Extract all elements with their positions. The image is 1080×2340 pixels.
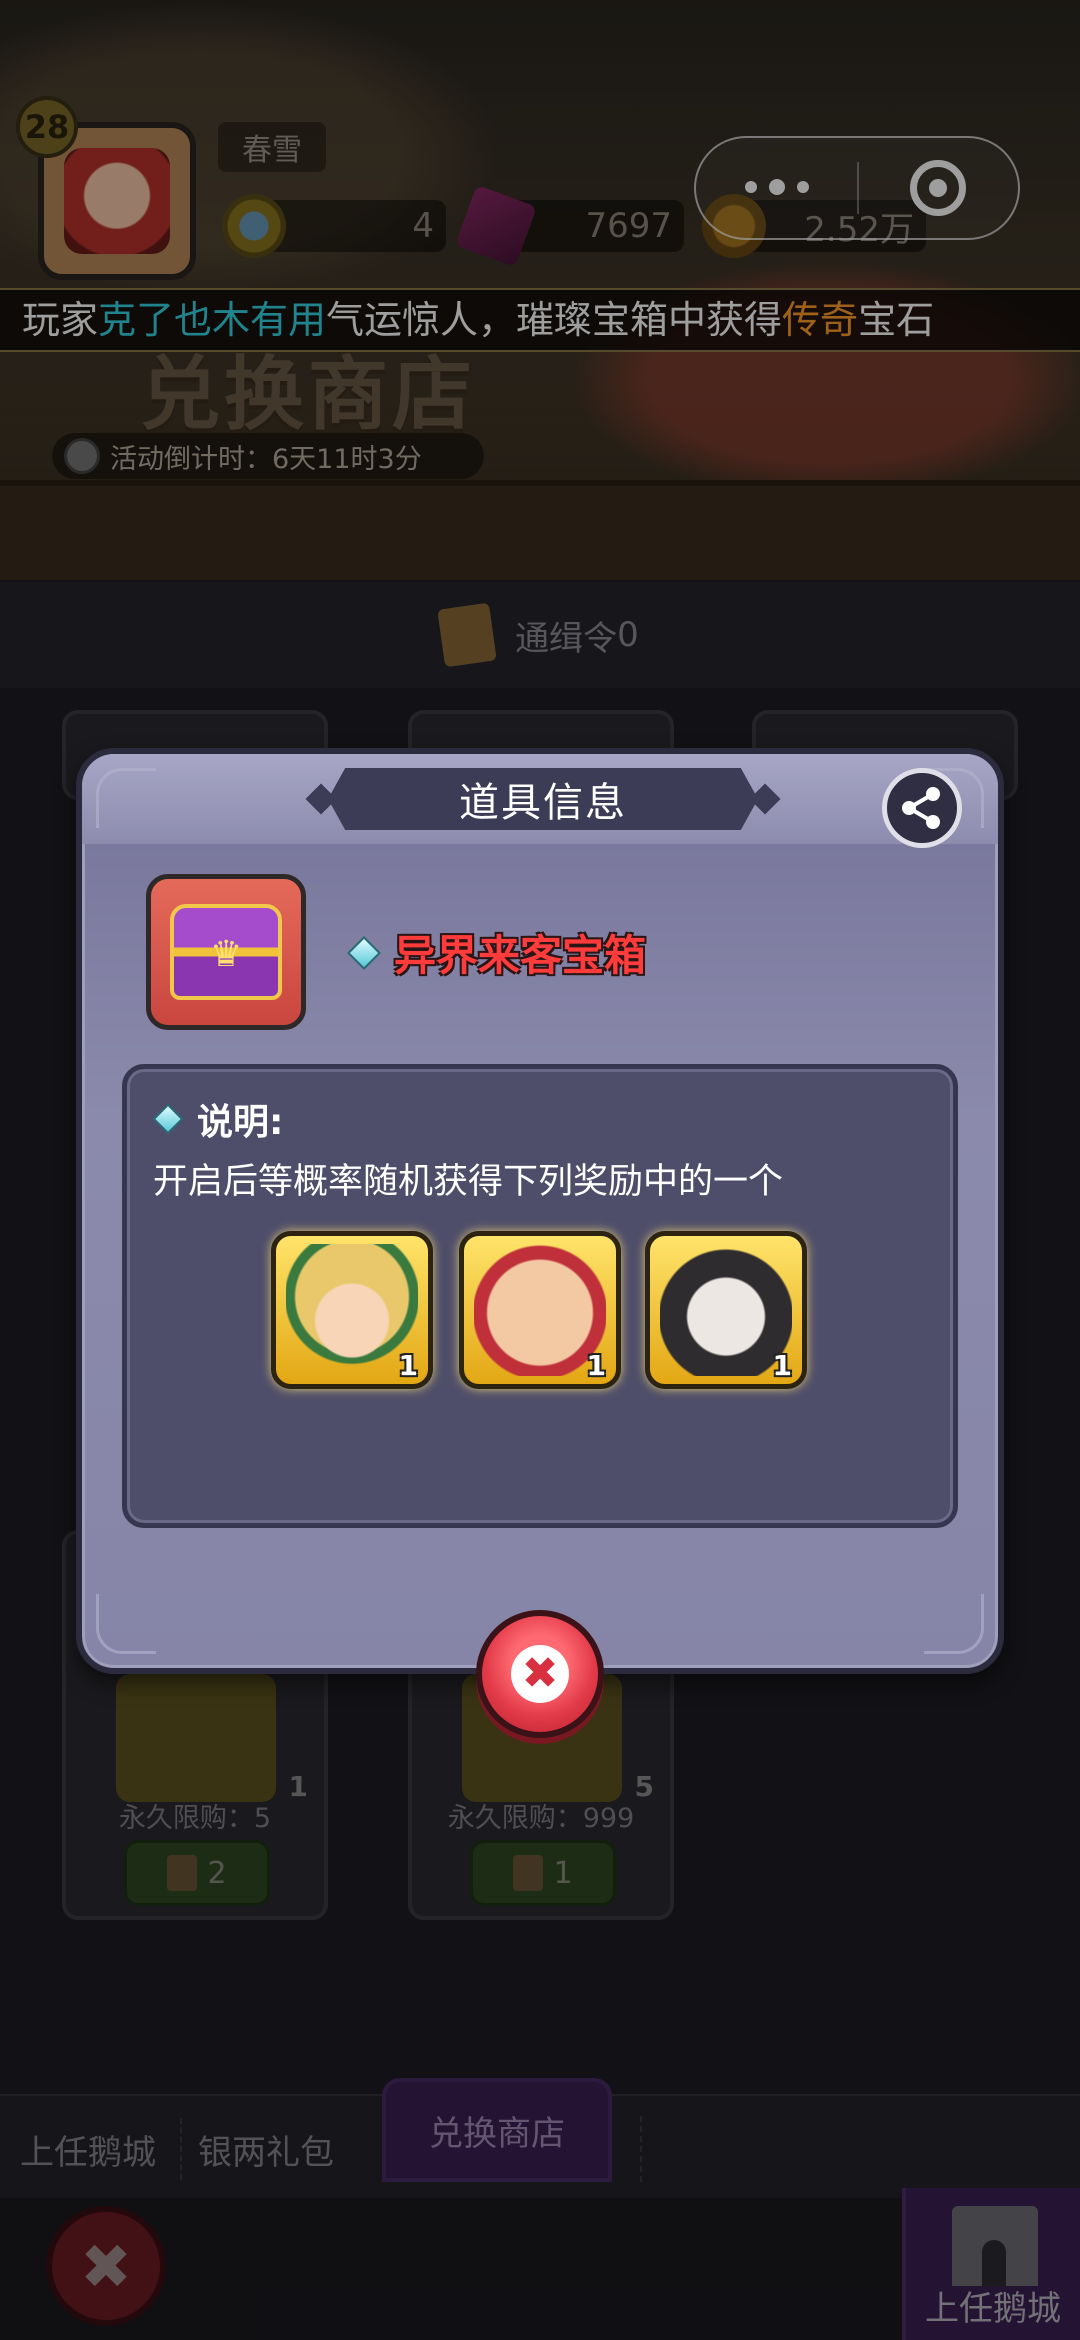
treasure-chest-icon [170, 904, 282, 1000]
share-button[interactable] [882, 768, 962, 848]
description-text: 开启后等概率随机获得下列奖励中的一个 [153, 1162, 784, 1202]
reward-count: 1 [586, 1349, 606, 1382]
diamond-bullet-icon [152, 1103, 184, 1135]
item-info-dialog: 道具信息 异界来客宝箱 说明: 开启后等概率随机获得下列奖励中的一个 1 1 [76, 748, 1004, 1674]
close-icon: ✖ [511, 1645, 569, 1703]
share-icon [902, 787, 940, 829]
reward-item[interactable]: 1 [645, 1231, 807, 1389]
reward-count: 1 [398, 1349, 418, 1382]
reward-item[interactable]: 1 [459, 1231, 621, 1389]
corner-ornament [96, 768, 156, 828]
corner-ornament [924, 1594, 984, 1654]
item-name-text: 异界来客宝箱 [394, 931, 647, 980]
diamond-bullet-icon [347, 935, 381, 970]
reward-item[interactable]: 1 [271, 1231, 433, 1389]
reward-count: 1 [772, 1349, 792, 1382]
item-icon [146, 874, 306, 1030]
corner-ornament [96, 1594, 156, 1654]
close-dialog-button[interactable]: ✖ [476, 1610, 604, 1738]
description-label-text: 说明: [197, 1102, 284, 1143]
item-name: 异界来客宝箱 [347, 922, 647, 983]
description-label: 说明: [152, 1093, 284, 1145]
description-panel: 说明: 开启后等概率随机获得下列奖励中的一个 1 1 1 [122, 1064, 958, 1528]
dialog-title: 道具信息 [328, 768, 758, 830]
